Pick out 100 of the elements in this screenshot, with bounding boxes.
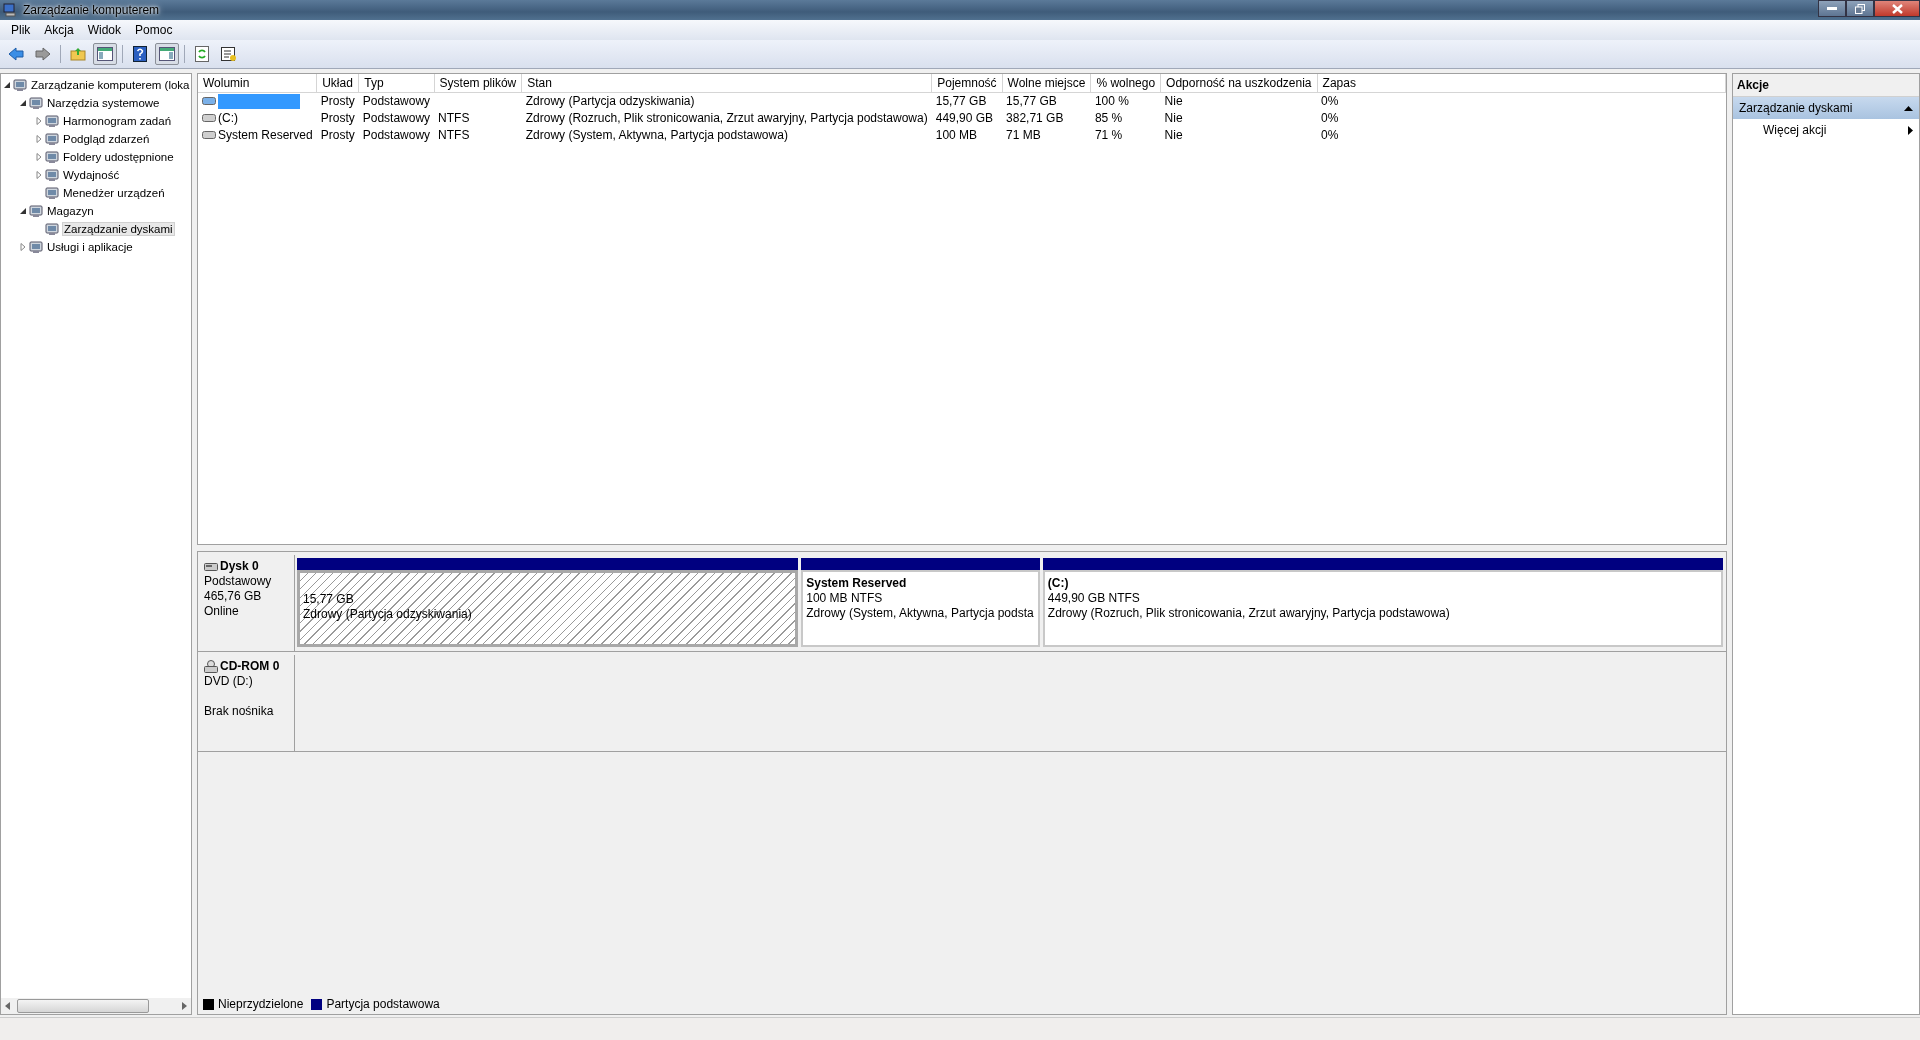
partition-box[interactable]: 15,77 GB Zdrowy (Partycja odzyskiwania) [297, 570, 799, 647]
horizontal-scrollbar[interactable] [1, 998, 191, 1014]
expand-arrow-icon[interactable] [19, 243, 27, 251]
menu-item[interactable]: Plik [4, 21, 38, 39]
tree-item[interactable]: Podgląd zdarzeń [62, 133, 151, 145]
actions-title: Akcje [1733, 74, 1919, 97]
table-cell: Zdrowy (Partycja odzyskiwania) [525, 94, 695, 109]
scroll-right-icon[interactable] [181, 1002, 187, 1010]
collapse-icon[interactable] [1904, 105, 1913, 111]
drive-icon [202, 97, 216, 106]
pane-icon [97, 47, 113, 61]
column-header[interactable]: Odporność na uszkodzenia [1160, 74, 1318, 93]
column-header[interactable]: Wolne miejsce [1002, 74, 1091, 93]
tree-item[interactable]: Zarządzanie komputerem (loka [30, 79, 191, 91]
tree-item[interactable]: Menedżer urządzeń [62, 187, 166, 199]
expand-arrow-icon[interactable] [35, 135, 43, 143]
disk-info: Podstawowy [204, 574, 273, 589]
column-header[interactable]: Zapas [1317, 74, 1726, 93]
table-cell: 71 MB [1006, 128, 1041, 142]
tree-item[interactable]: Magazyn [46, 205, 95, 217]
column-header[interactable]: % wolnego [1090, 74, 1161, 93]
console-tree-button[interactable] [93, 43, 117, 65]
close-icon [1891, 3, 1903, 14]
table-cell: Podstawowy [362, 94, 431, 109]
folder-icon [70, 47, 86, 61]
disk-info: DVD (D:) [204, 674, 254, 689]
menu-item[interactable]: Widok [80, 21, 129, 39]
scroll-left-icon[interactable] [5, 1002, 11, 1010]
partition-size: 100 MB NTFS [806, 591, 884, 606]
expand-arrow-icon[interactable] [35, 117, 43, 125]
refresh-icon [195, 46, 209, 62]
collapse-arrow-icon[interactable] [19, 207, 27, 215]
menu-item[interactable]: Akcja [37, 21, 81, 39]
hard-drive-icon [204, 562, 218, 571]
legend-label: Partycja podstawowa [326, 997, 440, 1011]
tree-node-icon [45, 186, 60, 200]
selection-highlight[interactable] [218, 93, 300, 109]
right-arrow-icon [35, 47, 51, 61]
maximize-button[interactable] [1846, 0, 1874, 17]
drive-icon [202, 114, 216, 122]
table-cell: 100 MB [935, 128, 978, 142]
tree-item[interactable]: Narzędzia systemowe [46, 97, 161, 109]
tree-item[interactable]: Wydajność [62, 169, 121, 181]
scrollbar-thumb[interactable] [17, 999, 149, 1013]
column-header[interactable]: Stan [521, 74, 932, 93]
partition-name: System Reserved [806, 576, 908, 591]
expand-arrow-icon[interactable] [35, 153, 43, 161]
table-cell: 382,71 GB [1006, 111, 1064, 125]
minimize-icon [1827, 6, 1837, 11]
table-cell: 85 % [1094, 111, 1123, 125]
expand-arrow-icon[interactable] [35, 171, 43, 179]
table-cell: 0% [1321, 128, 1339, 142]
column-header[interactable]: Pojemność [931, 74, 1003, 93]
minimize-button[interactable] [1818, 0, 1846, 17]
tree-node-icon [45, 168, 60, 182]
table-cell: Zdrowy (Rozruch, Plik stronicowania, Zrzut awaryjny, Partycja podstawowa) [525, 111, 928, 125]
computer-icon [3, 3, 17, 17]
partition-box[interactable]: System Reserved 100 MB NTFS Zdrowy (System, Aktywna, Partycja podsta [801, 570, 1040, 647]
column-header[interactable]: System plików [434, 74, 522, 93]
tree-node-icon [29, 96, 44, 110]
table-cell: 15,77 GB [1006, 94, 1057, 109]
tree-item[interactable]: Foldery udostępnione [62, 151, 175, 163]
properties-icon [221, 46, 237, 62]
window-title: Zarządzanie komputerem [23, 3, 160, 17]
column-header[interactable]: Układ [316, 74, 359, 93]
menu-item[interactable]: Pomoc [128, 21, 180, 39]
table-cell: 100 % [1094, 94, 1129, 109]
table-cell: Nie [1164, 94, 1183, 109]
partition-box[interactable]: (C:) 449,90 GB NTFS Zdrowy (Rozruch, Plik stronicowania, Zrzut awaryjny, Partycja podstawowa) [1042, 570, 1723, 647]
table-cell: Prosty [320, 128, 355, 142]
table-cell: Prosty [320, 111, 355, 125]
table-cell: NTFS [438, 111, 470, 125]
tree-node-icon [45, 114, 60, 128]
restore-icon [1855, 3, 1865, 14]
actions-section-header[interactable]: Zarządzanie dyskami [1733, 97, 1919, 119]
partition-size: 449,90 GB NTFS [1047, 591, 1141, 606]
partition-status: Zdrowy (System, Aktywna, Partycja podsta [806, 606, 1035, 621]
tree-item[interactable]: Harmonogram zadań [62, 115, 173, 127]
table-cell: System Reserved [218, 128, 313, 142]
disk-info: Online [204, 604, 240, 619]
table-cell: Nie [1164, 128, 1183, 142]
disk-info: 465,76 GB [204, 589, 263, 604]
column-header[interactable]: Typ [358, 74, 435, 93]
close-button[interactable] [1874, 0, 1920, 17]
tree-node-icon [45, 222, 60, 236]
tree-item[interactable]: Usługi i aplikacje [46, 241, 134, 253]
action-item[interactable]: Więcej akcji [1733, 119, 1919, 141]
disk-info: Brak nośnika [204, 704, 275, 719]
column-header[interactable]: Wolumin [198, 74, 317, 93]
section-title: Zarządzanie dyskami [1739, 101, 1853, 115]
drive-icon [202, 131, 216, 139]
action-pane-button[interactable] [155, 43, 179, 65]
collapse-arrow-icon[interactable] [3, 81, 11, 89]
tree-node-icon [29, 204, 44, 218]
collapse-arrow-icon[interactable] [19, 99, 27, 107]
tree-item[interactable]: Zarządzanie dyskami [62, 222, 175, 236]
table-cell: 71 % [1094, 128, 1123, 142]
tree-node-icon [13, 78, 28, 92]
pane-icon [159, 47, 175, 61]
table-cell: 0% [1321, 94, 1339, 109]
